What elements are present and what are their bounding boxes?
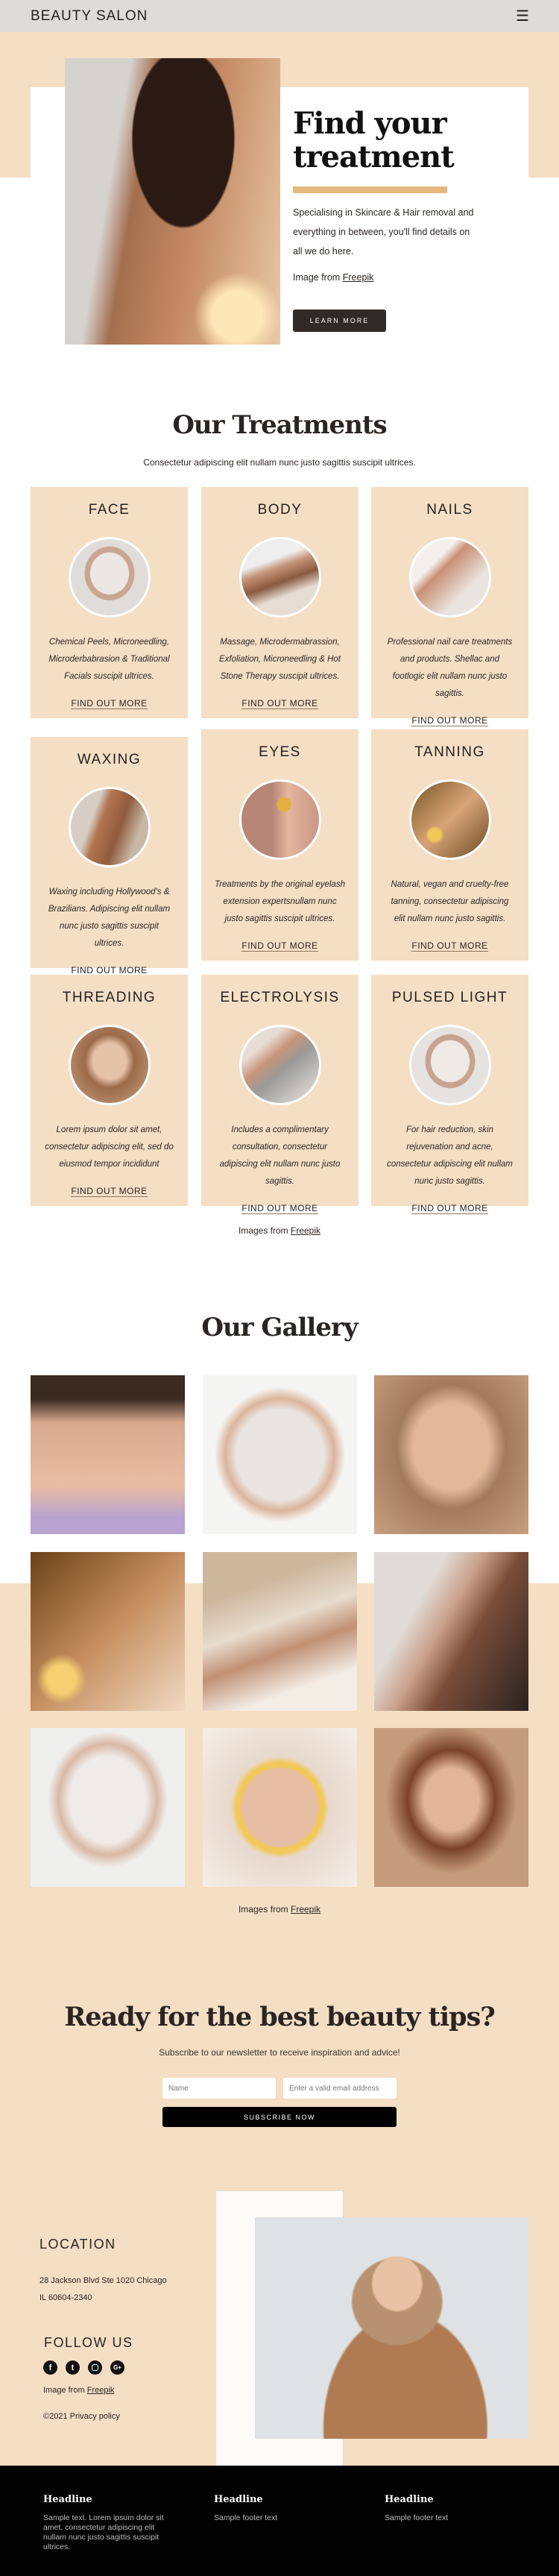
logo[interactable]: BEAUTY SALON — [31, 8, 148, 25]
gallery-credit: Images from Freepik — [238, 1904, 321, 1914]
site-header: BEAUTY SALON ☰ — [0, 0, 559, 32]
social-links: f t G+ — [43, 2360, 124, 2375]
gallery-image[interactable] — [31, 1375, 185, 1534]
newsletter-subtitle: Subscribe to our newsletter to receive i… — [159, 2047, 400, 2058]
card-description: Massage, Microdermabrassion, Exfoliation… — [219, 638, 341, 681]
footer-column: Headline Sample text. Lorem ipsum dolor s… — [43, 2494, 170, 2552]
twitter-icon[interactable]: t — [66, 2360, 80, 2375]
card-title: ELECTROLYSIS — [220, 990, 340, 1005]
hero-text: Specialising in Skincare & Hair removal … — [293, 207, 474, 257]
treatment-card: TANNING Natural, vegan and cruelty-free … — [371, 729, 528, 961]
hero-title: Find your treatment — [293, 106, 455, 175]
gallery-title: Our Gallery — [201, 1313, 358, 1342]
treatment-card: THREADING Lorem ipsum dolor sit amet, co… — [31, 975, 188, 1206]
treatment-card: NAILS Professional nail care treatments … — [371, 487, 528, 726]
treatment-card: WAXING Waxing including Hollywood's & Br… — [31, 737, 188, 976]
gallery-image[interactable] — [374, 1375, 528, 1534]
gallery-image[interactable] — [31, 1728, 185, 1887]
accent-bar — [293, 186, 447, 193]
freepik-link[interactable]: Freepik — [87, 2386, 115, 2395]
footer-headline: Headline — [214, 2494, 263, 2505]
treatment-image — [408, 779, 491, 860]
treatments-credit: Images from Freepik — [238, 1225, 321, 1236]
card-title: PULSED LIGHT — [391, 990, 508, 1005]
find-out-more-link[interactable]: FIND OUT MORE — [241, 1203, 318, 1214]
card-title: THREADING — [62, 990, 157, 1005]
treatment-card: EYES Treatments by the original eyelash … — [201, 729, 359, 961]
card-title: EYES — [259, 744, 301, 760]
card-title: NAILS — [426, 502, 473, 518]
find-out-more-link[interactable]: FIND OUT MORE — [241, 940, 318, 952]
find-out-more-link[interactable]: FIND OUT MORE — [241, 698, 318, 709]
footer-text: Sample footer text — [385, 2513, 449, 2522]
gallery-image[interactable] — [374, 1552, 528, 1711]
newsletter-title: Ready for the best beauty tips? — [64, 2002, 496, 2032]
treatment-image — [408, 537, 491, 618]
gallery-image[interactable] — [203, 1728, 357, 1887]
card-description: Includes a complimentary consultation, c… — [219, 1125, 341, 1186]
treatment-image — [68, 537, 151, 618]
card-title: FACE — [88, 502, 130, 518]
learn-more-button[interactable]: LEARN MORE — [293, 310, 386, 332]
instagram-icon[interactable] — [88, 2360, 102, 2375]
treatment-image — [68, 1025, 151, 1105]
card-description: Natural, vegan and cruelty-free tanning,… — [391, 880, 509, 923]
smiling-woman-image — [255, 2217, 528, 2439]
gallery-image[interactable] — [203, 1552, 357, 1711]
hero-image — [65, 58, 280, 345]
treatments-title: Our Treatments — [172, 410, 387, 440]
treatment-image — [239, 537, 321, 618]
treatment-image — [68, 787, 151, 867]
gallery-image[interactable] — [374, 1728, 528, 1887]
gallery-image[interactable] — [203, 1375, 357, 1534]
gallery-image[interactable] — [31, 1552, 185, 1711]
card-description: Professional nail care treatments and pr… — [387, 638, 513, 698]
card-description: Waxing including Hollywood's & Brazilian… — [48, 888, 171, 948]
footer-column: Headline Sample footer text — [385, 2494, 511, 2523]
treatments-subtitle: Consectetur adipiscing elit nullam nunc … — [143, 457, 416, 468]
treatment-image — [408, 1025, 491, 1105]
hero-credit: Image from Freepik — [293, 272, 374, 283]
name-input[interactable] — [162, 2078, 276, 2099]
follow-title: FOLLOW US — [44, 2335, 133, 2350]
hamburger-icon[interactable]: ☰ — [516, 7, 529, 25]
location-title: LOCATION — [40, 2237, 116, 2252]
freepik-link[interactable]: Freepik — [343, 272, 374, 283]
freepik-link[interactable]: Freepik — [291, 1904, 320, 1914]
card-title: WAXING — [77, 752, 142, 767]
subscribe-button[interactable]: SUBSCRIBE NOW — [162, 2107, 397, 2127]
card-description: Lorem ipsum dolor sit amet, consectetur … — [45, 1125, 174, 1169]
find-out-more-link[interactable]: FIND OUT MORE — [411, 1203, 488, 1214]
find-out-more-link[interactable]: FIND OUT MORE — [411, 940, 488, 952]
card-description: Chemical Peels, Microneedling, Microderb… — [48, 638, 170, 681]
card-title: TANNING — [414, 744, 485, 760]
contact-credit: Image from Freepik — [43, 2386, 115, 2395]
footer-headline: Headline — [385, 2494, 434, 2505]
treatment-image — [239, 1025, 321, 1105]
find-out-more-link[interactable]: FIND OUT MORE — [71, 1186, 148, 1197]
card-description: Treatments by the original eyelash exten… — [215, 880, 345, 923]
email-input[interactable] — [283, 2078, 397, 2099]
find-out-more-link[interactable]: FIND OUT MORE — [71, 698, 148, 709]
treatment-image — [239, 779, 321, 860]
treatment-card: FACE Chemical Peels, Microneedling, Micr… — [31, 487, 188, 718]
treatment-card: BODY Massage, Microdermabrassion, Exfoli… — [201, 487, 359, 718]
card-title: BODY — [257, 502, 303, 518]
address: 28 Jackson Blvd Ste 1020 Chicago IL 60604… — [40, 2276, 167, 2302]
google-plus-icon[interactable]: G+ — [110, 2360, 124, 2375]
footer-headline: Headline — [43, 2494, 92, 2505]
footer-text: Sample text. Lorem ipsum dolor sit amet,… — [43, 2513, 164, 2551]
footer-column: Headline Sample footer text — [214, 2494, 341, 2523]
copyright[interactable]: ©2021 Privacy policy — [43, 2412, 120, 2421]
card-description: For hair reduction, skin rejuvenation an… — [387, 1125, 513, 1186]
facebook-icon[interactable]: f — [43, 2360, 57, 2375]
footer-text: Sample footer text — [214, 2513, 278, 2522]
treatment-card: PULSED LIGHT For hair reduction, skin re… — [371, 975, 528, 1214]
find-out-more-link[interactable]: FIND OUT MORE — [411, 715, 488, 726]
freepik-link[interactable]: Freepik — [291, 1225, 320, 1236]
treatment-card: ELECTROLYSIS Includes a complimentary co… — [201, 975, 359, 1214]
footer: Headline Sample text. Lorem ipsum dolor s… — [0, 2466, 559, 2576]
